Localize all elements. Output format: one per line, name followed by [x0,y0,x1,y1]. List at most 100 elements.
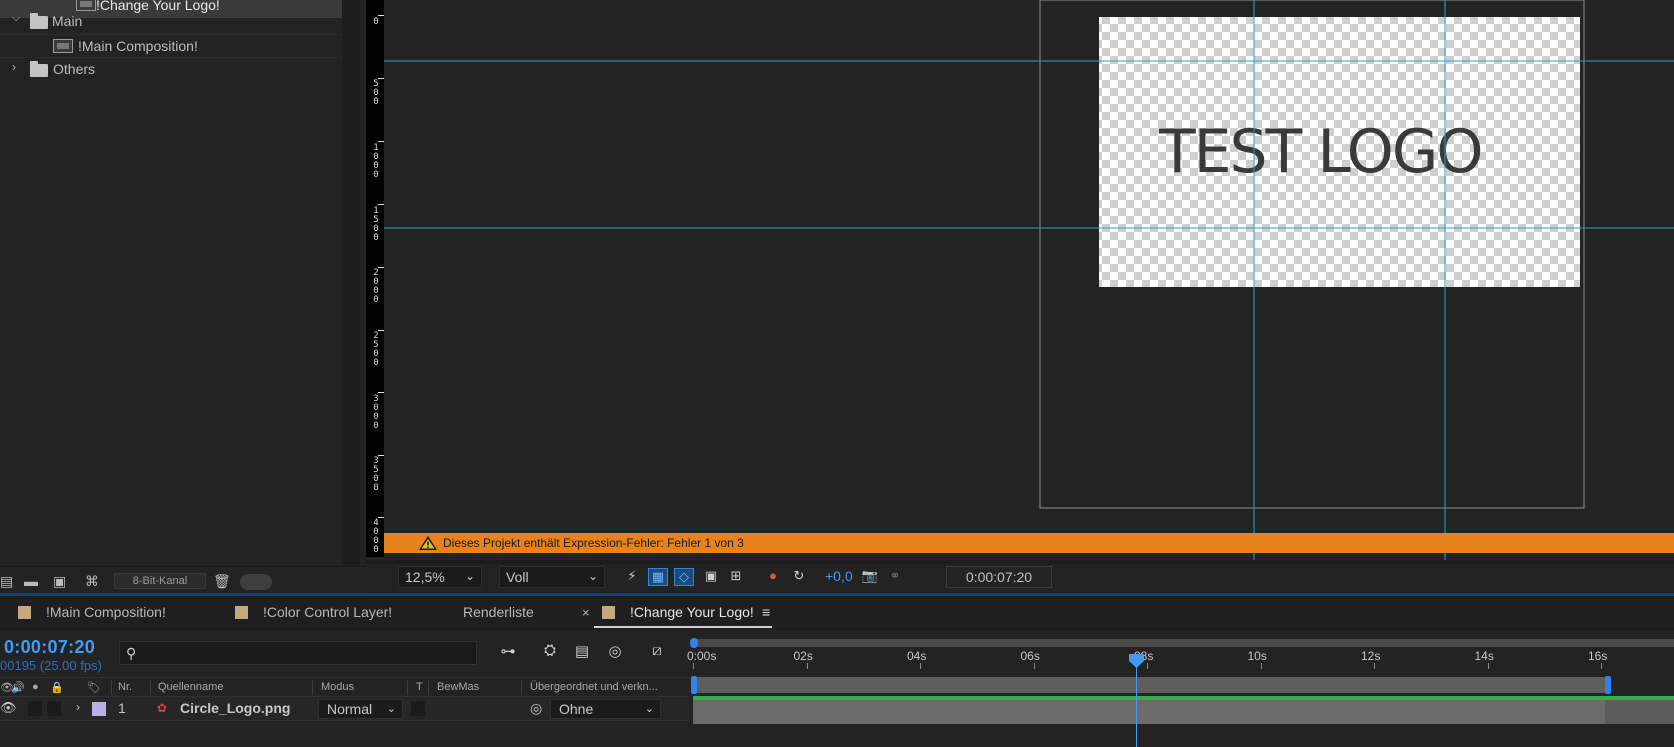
solo-icon[interactable]: ● [32,681,39,693]
tab-change-your-logo[interactable]: !Change Your Logo! [630,604,754,620]
blend-mode-value: Normal [327,701,373,717]
time-ruler-tick [1260,663,1262,669]
chevron-down-icon: ⌄ [587,569,598,583]
panel-menu-icon[interactable]: ≡ [762,604,770,620]
solo-toggle[interactable] [47,701,61,716]
ruler-tick [378,392,384,393]
zoom-value: 12,5% [405,569,445,585]
layer-search-input[interactable]: ⚲ [119,641,477,665]
channels-icon[interactable]: ● [763,568,783,586]
column-separator [521,680,522,695]
resolution-value: Voll [506,569,529,585]
ruler-tick [378,267,384,268]
chevron-right-icon[interactable]: › [12,60,16,74]
label-tag-icon[interactable]: 🏷 [87,681,101,694]
audio-toggle[interactable] [28,701,42,716]
grid-guides-icon[interactable]: ⊞ [726,568,746,586]
time-navigator[interactable] [693,677,1606,693]
chevron-down-icon[interactable]: ⌵ [12,12,20,25]
lock-icon[interactable]: 🔒 [50,681,64,694]
layer-source-name[interactable]: Circle_Logo.png [180,700,290,716]
shy-layers-icon[interactable]: ⛭ [539,642,561,664]
blend-mode-dropdown[interactable]: Normal ⌄ [318,699,403,719]
bit-depth-button[interactable]: 8-Bit-Kanal [114,573,206,589]
trash-icon[interactable]: 🗑 [213,573,231,590]
timeline-graph-area[interactable]: 0:00s 02s 04s 06s 08s 10s 12s 14s 16s [687,630,1674,747]
chevron-down-icon: ⌄ [644,703,654,715]
column-nr[interactable]: Nr. [118,681,132,693]
expand-layer-icon[interactable]: › [76,700,80,714]
column-source-name[interactable]: Quellenname [158,681,223,693]
composition-viewer[interactable]: TEST LOGO [366,0,1674,560]
resolution-dropdown[interactable]: Voll ⌄ [499,566,605,588]
project-footer: ▤ ▬ ▣ ⌘ 8-Bit-Kanal 🗑 [0,566,366,594]
playhead-line[interactable] [1135,660,1137,747]
layer-column-header: 👁 🔊 ● 🔒 🏷 Nr. Quellenname Modus T BewMas… [0,677,690,697]
layer-label-color[interactable] [92,702,106,716]
mask-path-icon[interactable]: ◇ [674,568,694,586]
flowchart-toggle[interactable] [240,574,272,590]
composition-flowchart-icon[interactable]: ⊶ [497,642,519,664]
playhead-icon[interactable] [1128,654,1144,668]
layer-number: 1 [118,700,126,716]
interpret-footage-icon[interactable]: ▤ [0,573,13,590]
frame-blending-icon[interactable]: ▤ [571,642,593,664]
expression-error-bar[interactable]: Dieses Projekt enthält Expression-Fehler… [384,533,1674,553]
new-composition-icon[interactable]: ▣ [53,573,66,590]
time-ruler[interactable]: 0:00s 02s 04s 06s 08s 10s 12s 14s 16s [687,647,1674,669]
composition-color-swatch [602,606,615,619]
audio-icon[interactable]: 🔊 [11,681,25,694]
time-ruler-tick [806,663,808,669]
time-navigator-end-handle[interactable] [1605,676,1611,694]
composition-color-swatch [18,606,31,619]
current-timecode[interactable]: 0:00:07:20 [4,637,95,658]
ruler-label: 1000 [373,143,379,180]
motion-blur-icon[interactable]: ◎ [604,642,626,664]
viewer-current-time[interactable]: 0:00:07:20 [946,566,1052,588]
time-navigator-start-handle[interactable] [691,676,697,694]
project-settings-icon[interactable]: ⌘ [85,573,99,590]
time-ruler-label: 12s [1361,649,1381,663]
transparency-grid-icon[interactable]: ▦ [648,568,668,586]
project-item-main[interactable]: ⌵ Main [0,10,366,34]
tab-renderliste[interactable]: Renderliste [463,604,534,620]
column-t[interactable]: T [416,681,423,693]
column-mode[interactable]: Modus [321,681,354,693]
reset-exposure-icon[interactable]: ↻ [789,568,809,586]
preserve-transparency-toggle[interactable] [411,701,425,716]
project-item-label: Main [52,13,83,29]
composition-icon [53,39,73,53]
region-of-interest-icon[interactable]: ▣ [701,568,721,586]
composition-canvas[interactable]: TEST LOGO [366,0,1674,560]
project-item-label: !Main Composition! [78,38,198,54]
layer-duration-bar[interactable] [693,700,1674,724]
fast-previews-icon[interactable]: ⚡ [622,568,642,586]
exposure-value[interactable]: +0,0 [825,568,853,584]
tab-color-control-layer[interactable]: !Color Control Layer! [263,604,392,620]
work-area-bar[interactable] [693,639,1674,647]
time-ruler-label: 02s [793,649,813,663]
pick-whip-icon[interactable]: ◎ [530,700,542,717]
vertical-ruler[interactable]: 0 500 1000 1500 2000 2500 3000 3500 4000 [366,0,384,557]
column-parent[interactable]: Übergeordnet und verkn... [530,681,658,693]
parent-dropdown[interactable]: Ohne ⌄ [550,699,661,719]
ruler-label: 2500 [373,331,379,368]
close-tab-icon[interactable]: × [582,605,590,620]
column-trkmat[interactable]: BewMas [437,681,479,693]
graph-editor-icon[interactable]: ⧄ [646,642,668,664]
visibility-eye-icon[interactable]: 👁 [0,700,17,716]
search-icon: ⚲ [126,645,137,661]
panel-scrollbar[interactable] [342,0,360,593]
tab-main-composition[interactable]: !Main Composition! [46,604,166,620]
composition-color-swatch [235,606,248,619]
project-item-main-composition[interactable]: !Main Composition! [0,34,342,58]
ruler-label: 3500 [373,456,379,493]
active-tab-indicator [594,626,772,628]
layer-row[interactable]: 👁 › 1 ✿ Circle_Logo.png Normal ⌄ ◎ Ohne … [0,697,690,721]
project-item-others[interactable]: › Others [0,58,366,82]
new-folder-icon[interactable]: ▬ [24,573,38,589]
column-separator [111,680,112,695]
zoom-dropdown[interactable]: 12,5% ⌄ [398,566,482,588]
show-snapshot-icon[interactable]: ⚭ [885,568,905,586]
camera-icon[interactable]: 📷 [860,568,880,586]
